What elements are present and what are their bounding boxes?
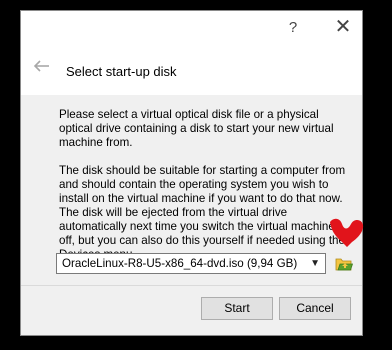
help-button[interactable]: ? (283, 18, 303, 38)
cancel-button[interactable]: Cancel (279, 297, 351, 320)
red-pointer-arrow-annotation (330, 218, 364, 247)
back-arrow-icon[interactable] (31, 55, 53, 77)
dropdown-arrow-icon[interactable]: ▼ (310, 258, 320, 269)
button-divider (21, 285, 362, 286)
description-paragraph-1: Please select a virtual optical disk fil… (59, 108, 334, 149)
disk-selector-value: OracleLinux-R8-U5-x86_64-dvd.iso (9,94 G… (62, 257, 298, 270)
close-button[interactable]: ✕ (331, 15, 355, 39)
description-paragraph-2: The disk should be suitable for starting… (59, 164, 346, 261)
dialog-window: ? ✕ Select start-up disk Please select a… (20, 10, 363, 336)
title-bar: ? ✕ (21, 11, 362, 47)
page-title: Select start-up disk (66, 64, 177, 79)
disk-selector-combobox[interactable]: OracleLinux-R8-U5-x86_64-dvd.iso (9,94 G… (56, 253, 326, 274)
folder-open-icon[interactable] (335, 255, 353, 273)
start-button[interactable]: Start (201, 297, 273, 320)
